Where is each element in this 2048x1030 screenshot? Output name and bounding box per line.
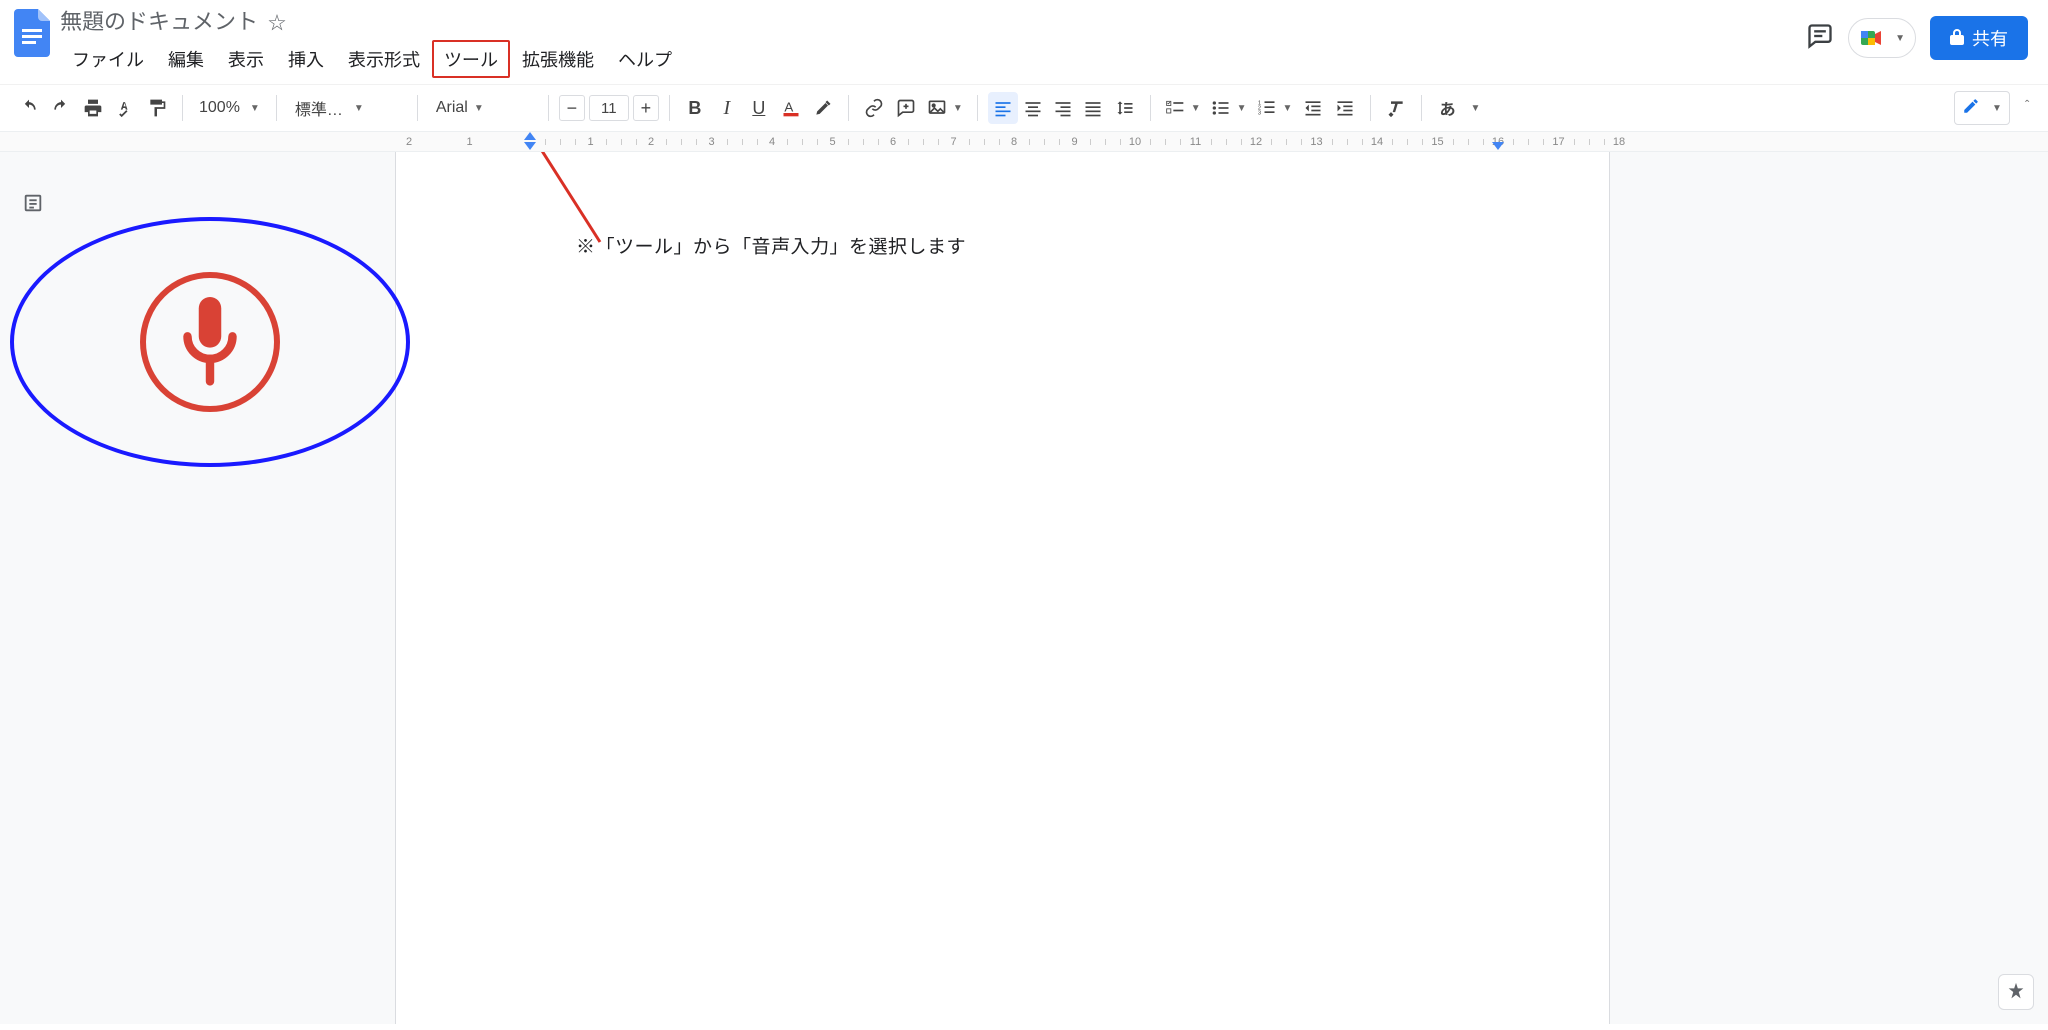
indent-decrease-icon[interactable] (1298, 92, 1328, 124)
menu-extensions[interactable]: 拡張機能 (510, 40, 606, 78)
document-title[interactable]: 無題のドキュメント (60, 11, 258, 33)
microphone-icon (175, 297, 245, 387)
bold-icon[interactable]: B (680, 92, 710, 124)
meet-button[interactable]: ▼ (1848, 18, 1916, 58)
voice-typing-button[interactable] (140, 272, 280, 412)
chevron-down-icon: ▼ (354, 103, 407, 114)
document-page[interactable]: ※「ツール」から「音声入力」を選択します (395, 152, 1610, 1024)
font-size-input[interactable]: 11 (589, 95, 629, 121)
paragraph-style-value: 標準テキス… (295, 96, 348, 120)
chevron-down-icon: ▼ (953, 103, 963, 114)
font-size-group: − 11 + (559, 95, 659, 121)
title-area: 無題のドキュメント ☆ ファイル 編集 表示 挿入 表示形式 ツール 拡張機能 … (60, 8, 1806, 78)
spellcheck-icon[interactable] (110, 92, 140, 124)
chevron-down-icon: ▼ (1237, 103, 1247, 114)
svg-text:A: A (784, 99, 793, 114)
chevron-down-icon: ▼ (1992, 103, 2002, 114)
line-spacing-icon[interactable] (1110, 92, 1140, 124)
edit-mode-dropdown[interactable]: ▼ (1954, 91, 2010, 125)
font-size-increase-button[interactable]: + (633, 95, 659, 121)
comments-icon[interactable] (1806, 22, 1834, 55)
menu-bar: ファイル 編集 表示 挿入 表示形式 ツール 拡張機能 ヘルプ (60, 40, 1806, 78)
chevron-down-icon: ▼ (1470, 103, 1480, 114)
lock-icon (1950, 29, 1964, 48)
image-icon[interactable]: ▼ (923, 92, 967, 124)
numbered-list-icon[interactable]: 123▼ (1253, 92, 1297, 124)
edit-mode-icon (1962, 97, 1980, 120)
paragraph-style-dropdown[interactable]: 標準テキス… ▼ (287, 96, 407, 120)
italic-icon[interactable]: I (712, 92, 742, 124)
paint-format-icon[interactable] (142, 92, 172, 124)
annotation-voice-circle (10, 217, 410, 467)
ime-button[interactable]: あ (1432, 92, 1462, 124)
align-right-icon[interactable] (1048, 92, 1078, 124)
align-justify-icon[interactable] (1078, 92, 1108, 124)
docs-logo-icon[interactable] (12, 8, 52, 58)
document-body-text[interactable]: ※「ツール」から「音声入力」を選択します (576, 232, 966, 259)
menu-insert[interactable]: 挿入 (276, 40, 336, 78)
highlight-icon[interactable] (808, 92, 838, 124)
chevron-down-icon: ▼ (1191, 103, 1201, 114)
star-icon[interactable]: ☆ (268, 9, 286, 35)
menu-tools[interactable]: ツール (432, 40, 510, 78)
canvas: ※「ツール」から「音声入力」を選択します (0, 152, 2048, 1024)
redo-icon[interactable] (46, 92, 76, 124)
meet-icon (1859, 26, 1883, 50)
menu-view[interactable]: 表示 (216, 40, 276, 78)
explore-icon[interactable] (1998, 974, 2034, 1010)
clear-formatting-icon[interactable] (1381, 92, 1411, 124)
menu-help[interactable]: ヘルプ (606, 40, 684, 78)
menu-file[interactable]: ファイル (60, 40, 156, 78)
chevron-down-icon: ▼ (474, 103, 484, 114)
app-header: 無題のドキュメント ☆ ファイル 編集 表示 挿入 表示形式 ツール 拡張機能 … (0, 0, 2048, 78)
font-value: Arial (436, 99, 468, 117)
share-button[interactable]: 共有 (1930, 16, 2028, 60)
indent-increase-icon[interactable] (1330, 92, 1360, 124)
align-left-icon[interactable] (988, 92, 1018, 124)
undo-icon[interactable] (14, 92, 44, 124)
underline-icon[interactable]: U (744, 92, 774, 124)
font-dropdown[interactable]: Arial ▼ (428, 99, 538, 117)
outline-icon[interactable] (20, 190, 46, 216)
chevron-down-icon: ▼ (250, 103, 260, 114)
zoom-dropdown[interactable]: 100% ▼ (193, 99, 266, 117)
text-color-icon[interactable]: A (776, 92, 806, 124)
chevron-down-icon: ▼ (1895, 33, 1905, 44)
chevron-down-icon: ▼ (1283, 103, 1293, 114)
header-right: ▼ 共有 (1806, 8, 2036, 60)
collapse-toolbar-icon[interactable]: ＾ (2020, 98, 2034, 118)
link-icon[interactable] (859, 92, 889, 124)
align-center-icon[interactable] (1018, 92, 1048, 124)
bulleted-list-icon[interactable]: ▼ (1207, 92, 1251, 124)
checklist-icon[interactable]: ▼ (1161, 92, 1205, 124)
print-icon[interactable] (78, 92, 108, 124)
ruler[interactable]: 21123456789101112131415161718 (0, 132, 2048, 152)
menu-format[interactable]: 表示形式 (336, 40, 432, 78)
font-size-decrease-button[interactable]: − (559, 95, 585, 121)
toolbar: 100% ▼ 標準テキス… ▼ Arial ▼ − 11 + B I U A ▼… (0, 84, 2048, 132)
svg-text:3: 3 (1257, 111, 1260, 117)
zoom-value: 100% (199, 99, 240, 117)
add-comment-icon[interactable] (891, 92, 921, 124)
share-label: 共有 (1972, 25, 2008, 51)
menu-edit[interactable]: 編集 (156, 40, 216, 78)
